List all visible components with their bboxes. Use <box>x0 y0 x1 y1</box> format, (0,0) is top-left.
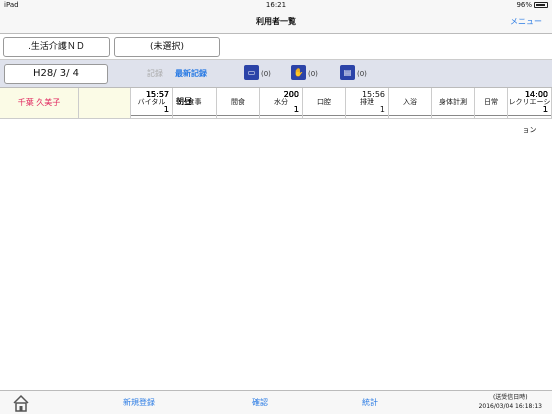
bath-cell[interactable] <box>389 88 432 119</box>
statistics-button[interactable]: 統計 <box>362 397 378 408</box>
tab-bar: 新規登録 確認 統計 (送受信日時) 2016/03/04 16:18:13 <box>0 390 552 414</box>
sync-time: 2016/03/04 16:18:13 <box>478 403 542 410</box>
rec-value: 14:00 <box>524 90 548 99</box>
daily-cell[interactable] <box>475 88 508 119</box>
table-row[interactable]: ほのぼの 花子排便15:571朝昼200114:001 <box>0 88 552 150</box>
vital-value: 15:57 <box>145 90 169 99</box>
latest-record-tab[interactable]: 最新記録 <box>175 68 207 79</box>
message-icon[interactable]: ▭ <box>244 65 259 80</box>
water-value: 200 <box>283 90 299 99</box>
water-cell[interactable]: 200 1 <box>260 88 303 119</box>
snack-cell[interactable] <box>217 88 260 119</box>
table-row[interactable]: 遠藤 俊夫排便15:571朝昼200114:001 <box>0 88 552 181</box>
menu-button[interactable]: メニュー <box>510 10 542 34</box>
table-row[interactable]: 鈴木 やすえ15:571朝昼200114:001 <box>0 88 552 274</box>
subgroup-selector[interactable]: (未選択) <box>114 37 220 57</box>
excretion-cell[interactable] <box>346 88 389 119</box>
battery-icon <box>534 2 548 8</box>
table-row[interactable]: 清野 栄治15:571朝昼200114:001 <box>0 88 552 305</box>
meal-cell[interactable]: 朝昼 <box>173 88 217 119</box>
body-cell[interactable] <box>432 88 475 119</box>
battery-status: 96% <box>516 0 548 10</box>
hand-icon[interactable]: ✋ <box>291 65 306 80</box>
status-bar: iPad 16:21 96% <box>0 0 552 10</box>
document-icon[interactable]: ▤ <box>340 65 355 80</box>
group-selector[interactable]: .生活介護ＮＤ <box>3 37 110 57</box>
hand-count: (0) <box>308 70 318 78</box>
vital-cell[interactable]: 15:57 1 <box>131 88 173 119</box>
table-row[interactable]: 金城 恵美15:571朝昼200114:001 <box>0 88 552 243</box>
message-count: (0) <box>261 70 271 78</box>
date-picker[interactable]: H28/ 3/ 4 <box>4 64 108 84</box>
page-title: 利用者一覧 <box>256 17 296 26</box>
user-table: 予 11 実 3 警告 バイタル 食事 間食 水分 口腔 排泄 入浴 身体計測 … <box>0 88 552 390</box>
table-row[interactable]: 園田 さえ15:571朝昼200114:001 <box>0 88 552 336</box>
record-tab[interactable]: 記録 <box>147 68 163 79</box>
battery-percent: 96% <box>516 1 532 9</box>
warning-cell[interactable] <box>79 88 131 119</box>
meal-value: 朝昼 <box>176 97 192 106</box>
rec-count: 1 <box>542 105 548 114</box>
oral-cell[interactable] <box>303 88 346 119</box>
water-count: 1 <box>293 105 299 114</box>
confirm-button[interactable]: 確認 <box>252 397 268 408</box>
table-row[interactable]: 高橋 稔15:571朝昼200114:001 <box>0 88 552 367</box>
clock: 16:21 <box>265 1 287 9</box>
table-row[interactable]: 大田 安子申送15:571朝昼200114:001 <box>0 88 552 212</box>
vital-count: 1 <box>163 105 169 114</box>
new-entry-button[interactable]: 新規登録 <box>123 397 155 408</box>
rec-cell[interactable]: 14:00 1 <box>508 88 552 119</box>
home-icon[interactable] <box>12 394 30 412</box>
table-row[interactable]: 千葉 久美子 15:57 1 朝昼 200 1 14:00 1 <box>0 88 552 390</box>
sync-timestamp: (送受信日時) 2016/03/04 16:18:13 <box>479 393 542 411</box>
document-count: (0) <box>357 70 367 78</box>
user-name[interactable]: 千葉 久美子 <box>0 88 79 119</box>
date-bar: H28/ 3/ 4 記録 最新記録 ▭ (0) ✋ (0) ▤ (0) <box>0 60 552 88</box>
sync-label: (送受信日時) <box>492 394 528 401</box>
filter-bar: .生活介護ＮＤ (未選択) <box>0 34 552 60</box>
nav-bar: 利用者一覧 メニュー <box>0 10 552 34</box>
